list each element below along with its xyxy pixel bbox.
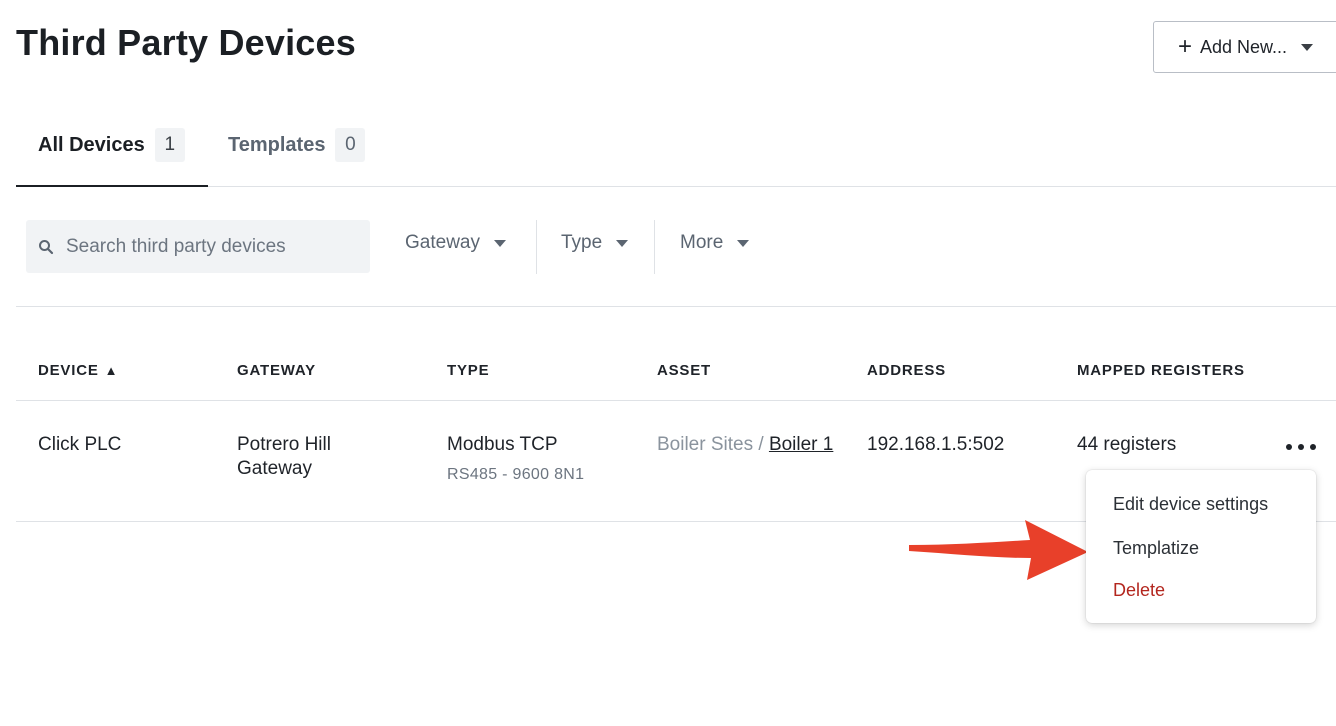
caret-down-icon	[737, 239, 750, 247]
tab-bar: All Devices 1 Templates 0	[16, 104, 1336, 187]
column-header-mapped-registers[interactable]: MAPPED REGISTERS	[1077, 362, 1245, 379]
active-tab-indicator	[16, 185, 208, 187]
type-filter-dropdown[interactable]: Type	[561, 232, 629, 254]
filter-bar: Gateway Type More	[16, 188, 1336, 307]
gateway-filter-label: Gateway	[405, 232, 480, 253]
gateway-filter-dropdown[interactable]: Gateway	[405, 232, 506, 254]
device-type-cell: Modbus TCP RS485 - 9600 8N1	[447, 433, 584, 487]
search-input[interactable]	[64, 234, 358, 259]
tab-label: All Devices	[38, 133, 145, 156]
caret-down-icon	[493, 239, 506, 247]
table-header: DEVICE ▲ GATEWAY TYPE ASSET ADDRESS MAPPE…	[16, 306, 1336, 401]
device-type-detail: RS485 - 9600 8N1	[447, 466, 585, 483]
column-header-device[interactable]: DEVICE ▲	[38, 362, 118, 379]
column-header-type[interactable]: TYPE	[447, 362, 489, 379]
more-horizontal-icon[interactable]	[1286, 437, 1316, 457]
annotation-arrow-icon	[909, 520, 1088, 580]
tab-count-badge: 1	[154, 128, 185, 162]
add-new-label: Add New...	[1200, 36, 1288, 57]
tab-all-devices[interactable]: All Devices 1	[38, 128, 185, 162]
device-address: 192.168.1.5:502	[867, 434, 1005, 455]
more-filter-dropdown[interactable]: More	[680, 232, 750, 254]
sort-ascending-icon: ▲	[104, 363, 119, 378]
tab-label: Templates	[228, 133, 326, 156]
plus-icon: +	[1178, 33, 1193, 60]
asset-link[interactable]: Boiler 1	[769, 434, 833, 455]
asset-parent-path: Boiler Sites /	[657, 434, 764, 455]
menu-item-templatize[interactable]: Templatize	[1113, 538, 1199, 559]
menu-item-delete[interactable]: Delete	[1113, 580, 1165, 601]
row-actions-menu: Edit device settings Templatize Delete	[1086, 470, 1316, 623]
menu-item-edit-device-settings[interactable]: Edit device settings	[1113, 494, 1268, 515]
filter-divider	[536, 220, 537, 274]
add-new-button[interactable]: + Add New...	[1153, 21, 1336, 73]
column-header-gateway[interactable]: GATEWAY	[237, 362, 316, 379]
device-name[interactable]: Click PLC	[38, 433, 121, 457]
gateway-name: Potrero Hill Gateway	[237, 434, 331, 479]
asset-cell: Boiler Sites / Boiler 1	[657, 433, 842, 457]
filter-divider	[654, 220, 655, 274]
mapped-registers: 44 registers	[1077, 434, 1177, 455]
more-filter-label: More	[680, 232, 724, 253]
tab-templates[interactable]: Templates 0	[228, 128, 366, 162]
page-title: Third Party Devices	[16, 22, 356, 63]
device-type: Modbus TCP	[447, 434, 558, 455]
search-box	[26, 220, 370, 273]
type-filter-label: Type	[561, 232, 603, 253]
column-header-asset[interactable]: ASSET	[657, 362, 711, 379]
column-header-address[interactable]: ADDRESS	[867, 362, 946, 379]
search-icon	[39, 239, 54, 254]
caret-down-icon	[1301, 43, 1314, 51]
tab-count-badge: 0	[335, 128, 366, 162]
caret-down-icon	[616, 239, 629, 247]
